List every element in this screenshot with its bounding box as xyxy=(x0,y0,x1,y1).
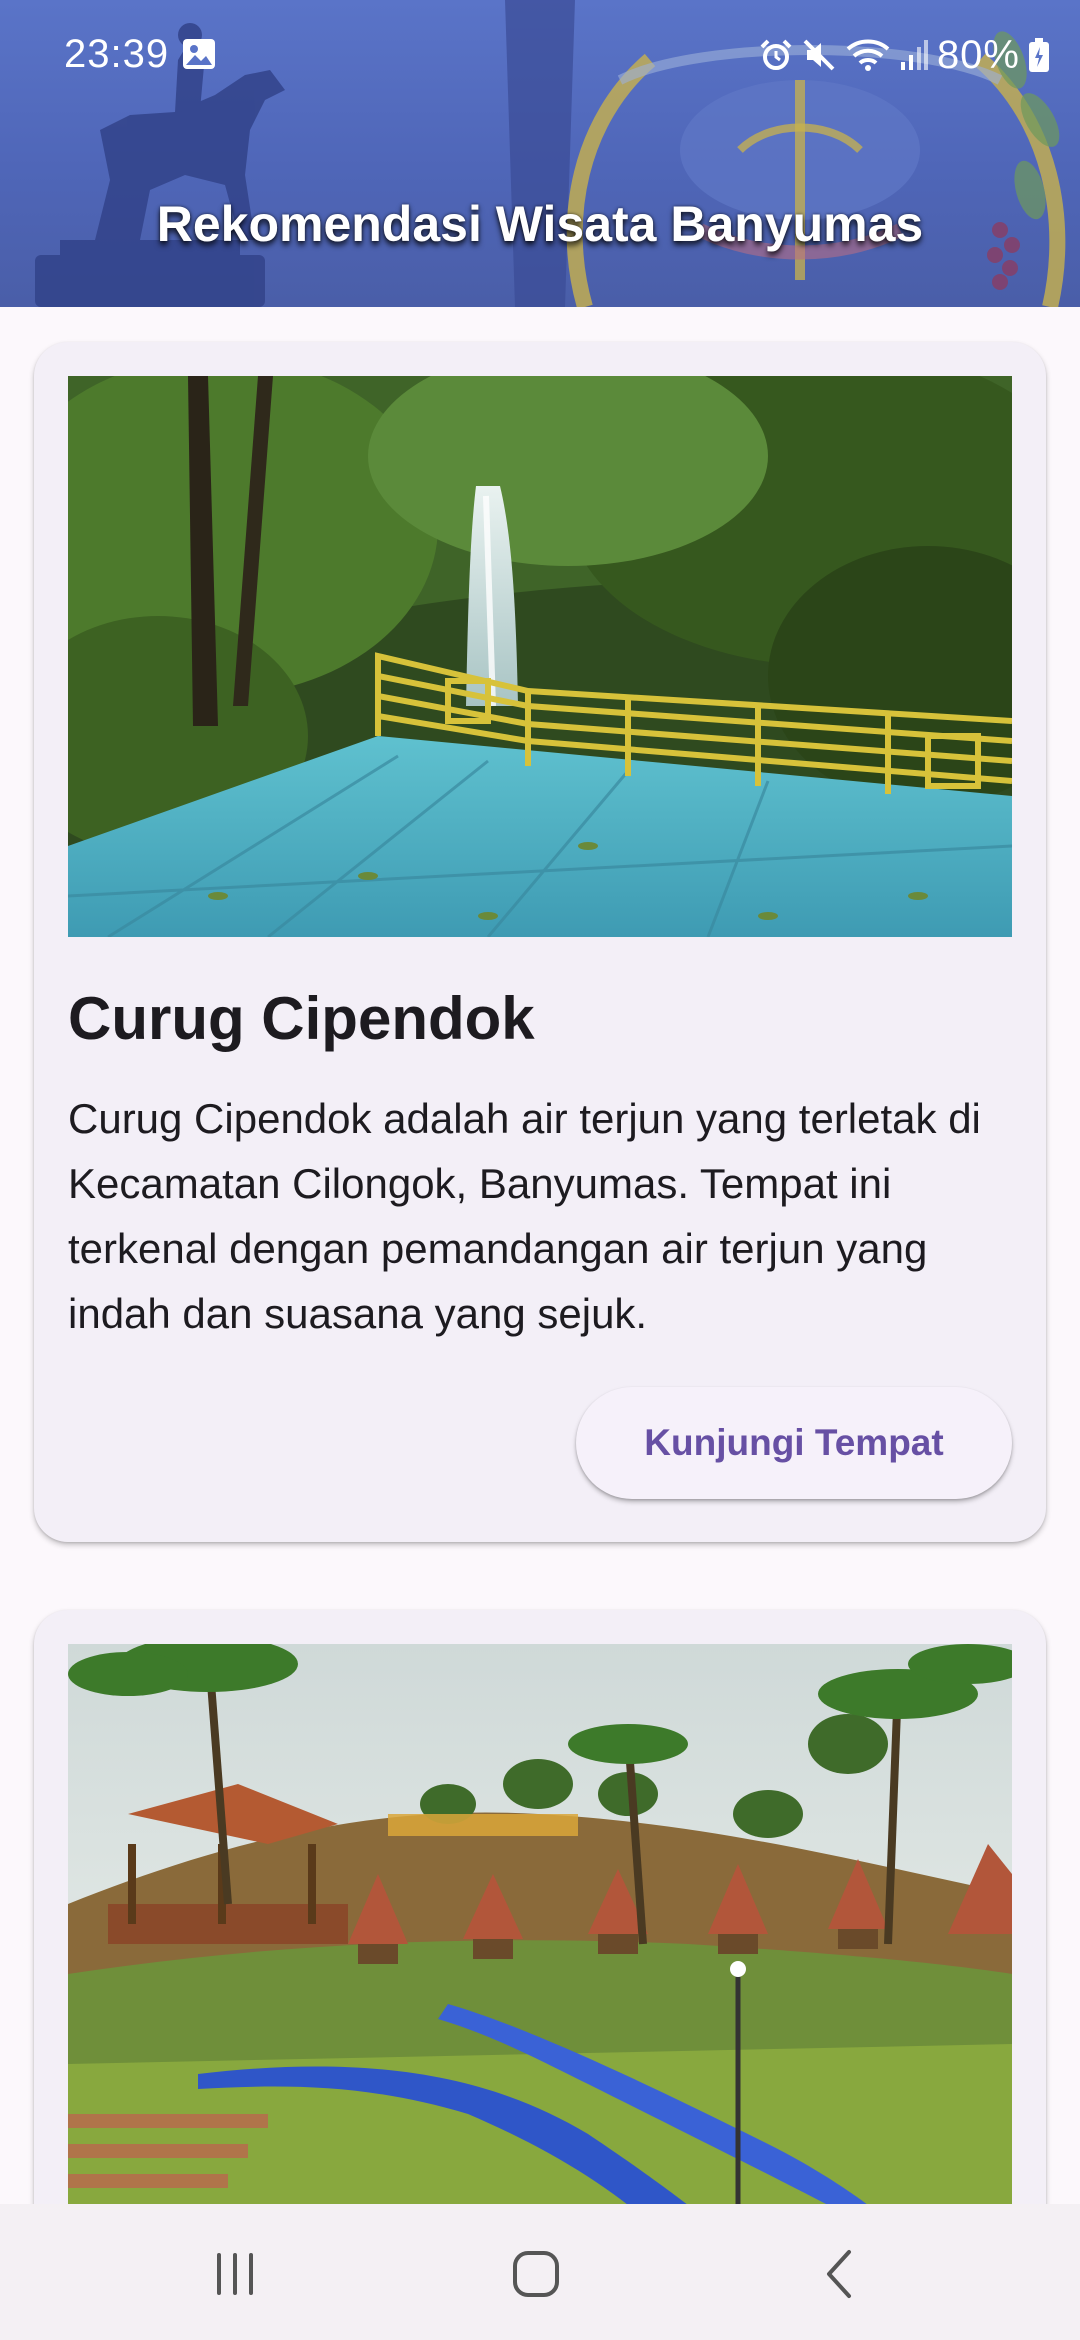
visit-place-button[interactable]: Kunjungi Tempat xyxy=(576,1387,1012,1499)
battery-percent: 80% xyxy=(936,32,1020,77)
system-nav-bar xyxy=(0,2204,1080,2340)
status-icons: 80% xyxy=(759,30,1050,80)
home-button[interactable] xyxy=(496,2234,576,2314)
battery-icon xyxy=(1029,38,1049,72)
mute-icon xyxy=(803,39,835,71)
recents-button[interactable] xyxy=(195,2234,275,2314)
back-button[interactable] xyxy=(800,2234,880,2314)
waterfall-image xyxy=(68,376,1012,937)
home-icon xyxy=(513,2251,559,2297)
place-description: Curug Cipendok adalah air terjun yang te… xyxy=(68,1095,981,1337)
page-title: Rekomendasi Wisata Banyumas xyxy=(156,196,924,252)
app-header: 23:39 80% Rekomendasi Wisata Banyumas xyxy=(0,0,1080,307)
place-title: Curug Cipendok xyxy=(68,985,535,1052)
place-photo xyxy=(68,376,1012,937)
status-time: 23:39 xyxy=(64,32,170,76)
recents-icon xyxy=(217,2253,253,2295)
status-bar: 23:39 80% xyxy=(0,0,1080,110)
wifi-icon xyxy=(846,39,890,71)
place-card: Curug Cipendok Curug Cipendok adalah air… xyxy=(34,342,1046,1542)
place-photo xyxy=(68,1644,1012,2205)
gallery-icon xyxy=(183,39,215,69)
signal-icon xyxy=(900,40,928,70)
alarm-icon xyxy=(760,39,792,70)
resort-image xyxy=(68,1644,1012,2205)
back-icon xyxy=(827,2250,851,2298)
